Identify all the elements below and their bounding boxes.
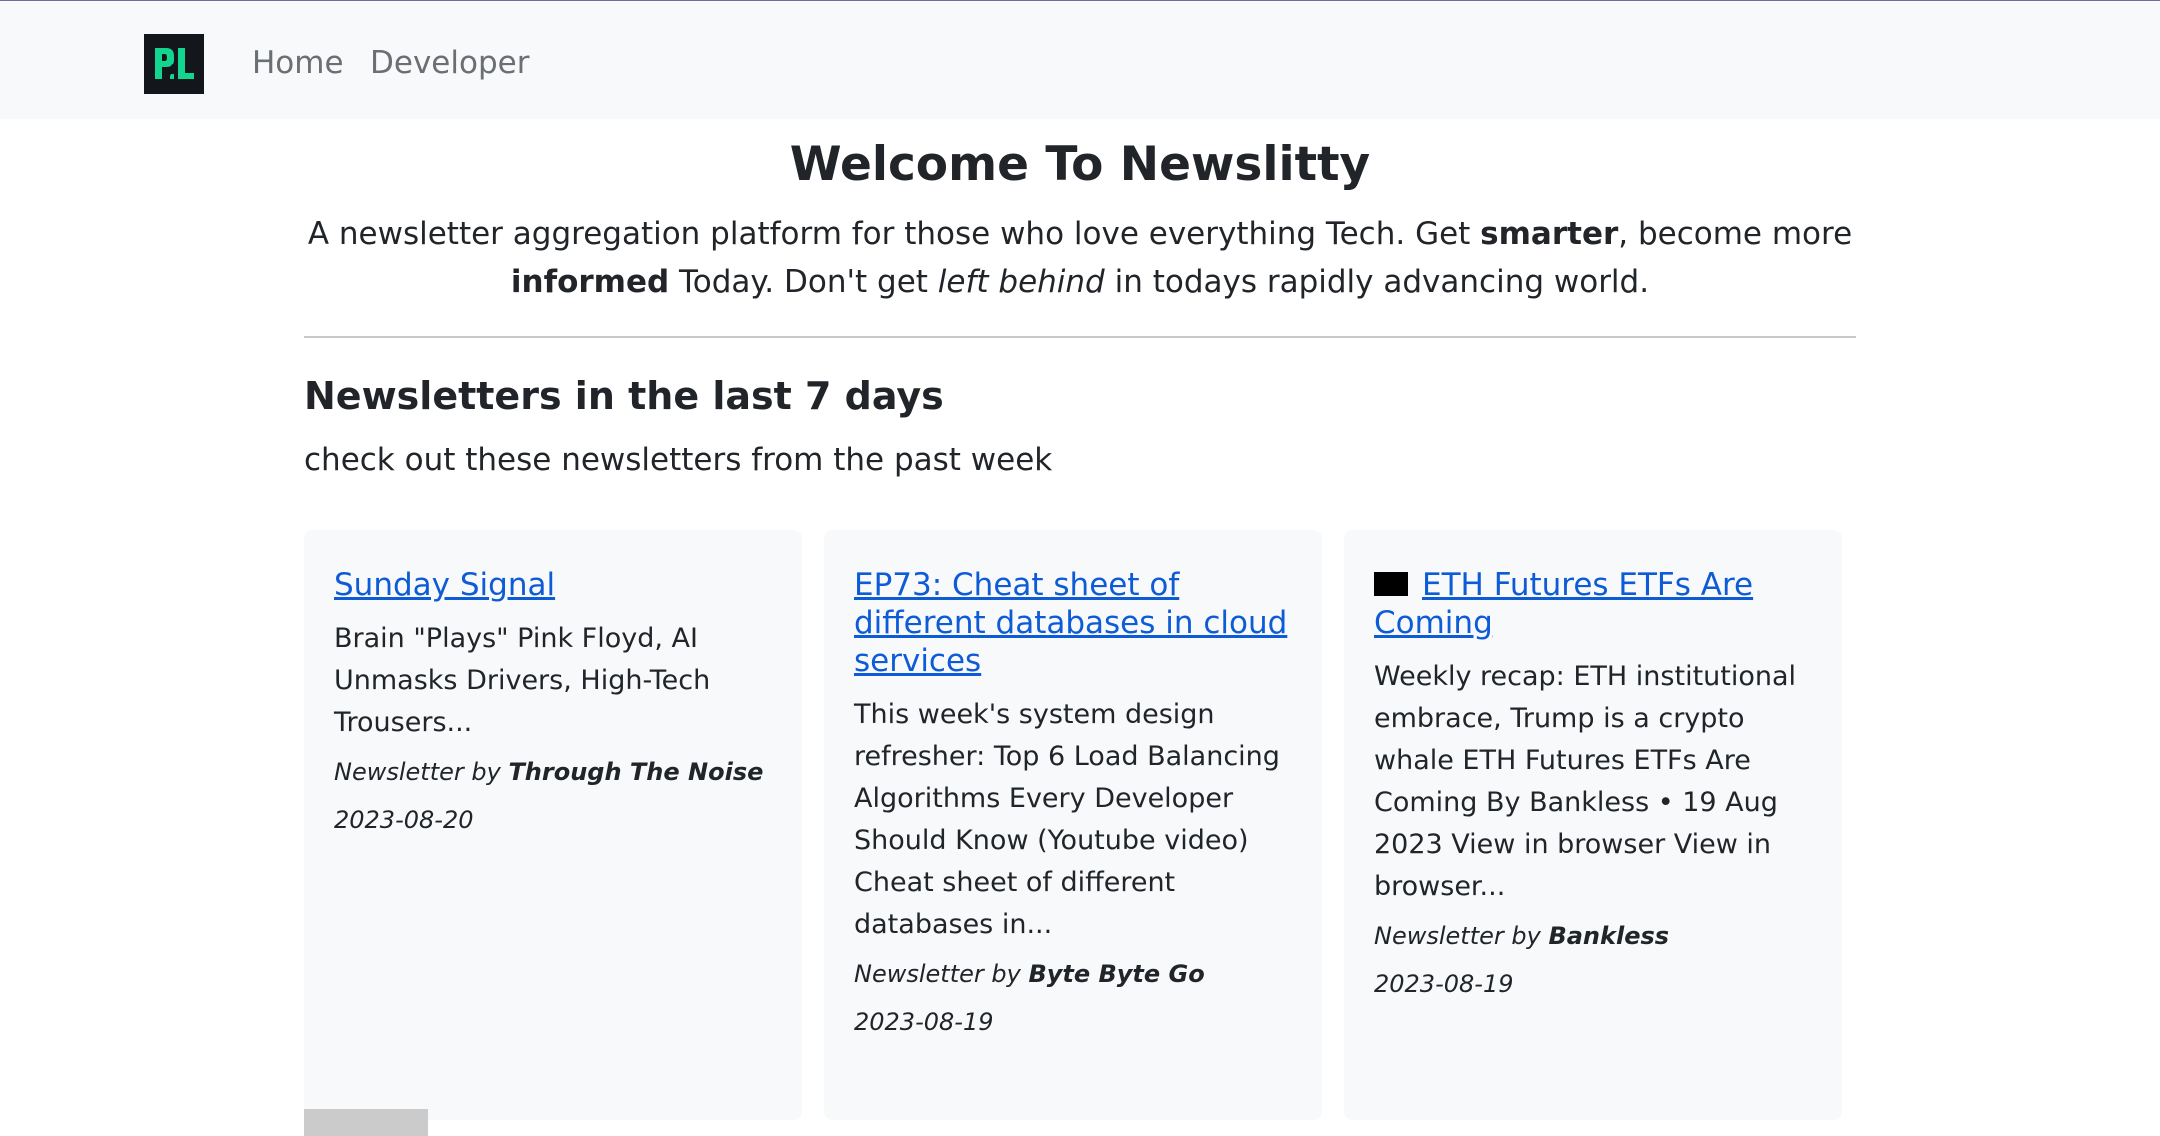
newsletter-card: EP73: Cheat sheet of different databases… [824, 530, 1322, 1120]
card-source: Through The Noise [508, 758, 764, 786]
nav-developer-link[interactable]: Developer [370, 41, 529, 85]
section-title: Newsletters in the last 7 days [304, 374, 944, 418]
newslitty-logo[interactable] [144, 34, 204, 94]
nav-home-link[interactable]: Home [252, 41, 344, 85]
card-date: 2023-08-19 [854, 1008, 994, 1036]
card-title-link[interactable]: Sunday Signal [334, 566, 772, 604]
lead-italic-left-behind: left behind [937, 264, 1105, 300]
section-subtitle: check out these newsletters from the pas… [304, 442, 1053, 478]
card-date: 2023-08-20 [334, 806, 474, 834]
card-summary: Brain "Plays" Pink Floyd, AI Unmasks Dri… [334, 623, 711, 738]
card-source: Bankless [1548, 922, 1670, 950]
lead-text-1: A newsletter aggregation platform for th… [307, 216, 1481, 252]
navbar: Home Developer [0, 1, 2160, 119]
newsletter-card: Sunday Signal Brain "Plays" Pink Floyd, … [304, 530, 802, 1120]
newsletter-card: ETH Futures ETFs Are Coming Weekly recap… [1344, 530, 1842, 1120]
card-summary: This week's system design refresher: Top… [854, 699, 1280, 940]
card-title-link[interactable]: ETH Futures ETFs Are Coming [1374, 566, 1812, 642]
card-summary: Weekly recap: ETH institutional embrace,… [1374, 661, 1797, 902]
card-date: 2023-08-19 [1374, 970, 1514, 998]
card-byline: Newsletter by Byte Byte Go [854, 950, 1292, 998]
card-byline: Newsletter by Through The Noise [334, 748, 772, 796]
page-title: Welcome To Newslitty [789, 137, 1371, 192]
lead-text-4: in todays rapidly advancing world. [1104, 264, 1650, 300]
card-by-label: Newsletter by [1374, 922, 1549, 950]
logo-icon [144, 34, 204, 94]
lead-bold-smarter: smarter [1480, 216, 1619, 252]
horizontal-scrollbar-thumb[interactable] [304, 1109, 428, 1136]
card-source: Byte Byte Go [1028, 960, 1205, 988]
card-title-link[interactable]: EP73: Cheat sheet of different databases… [854, 566, 1292, 680]
card-title-text: ETH Futures ETFs Are Coming [1374, 567, 1754, 641]
lead-bold-informed: informed [510, 264, 670, 300]
hero-divider [304, 336, 1856, 338]
lead-text-2: , become more [1618, 216, 1853, 252]
card-byline: Newsletter by Bankless [1374, 912, 1812, 960]
card-by-label: Newsletter by [334, 758, 509, 786]
hero-lead: A newsletter aggregation platform for th… [300, 210, 1860, 306]
card-by-label: Newsletter by [854, 960, 1029, 988]
black-square-icon [1374, 572, 1408, 596]
lead-text-3: Today. Don't get [669, 264, 938, 300]
